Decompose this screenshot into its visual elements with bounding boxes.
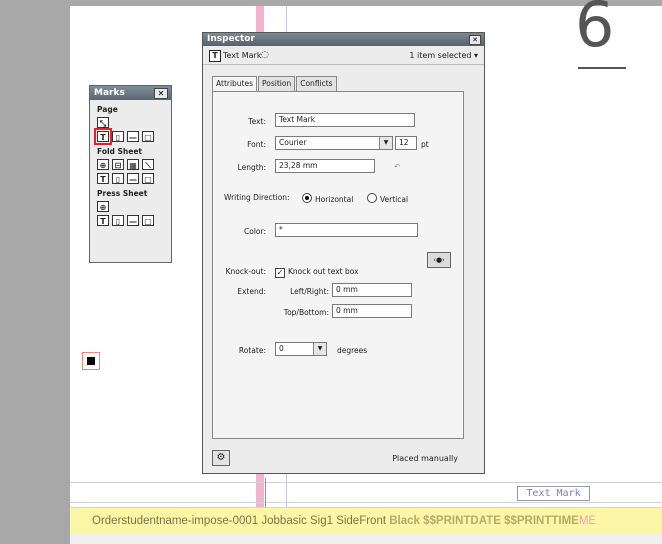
- slug-tail: ME: [578, 515, 597, 527]
- vertical-radio[interactable]: Vertical: [367, 193, 408, 204]
- color-picker-button[interactable]: ‹●›: [427, 252, 451, 268]
- color-bar-tool[interactable]: ▦: [127, 159, 139, 170]
- rotate-label: Rotate:: [238, 346, 266, 355]
- inspector-title: Inspector: [207, 34, 255, 44]
- rotate-value: 0: [279, 344, 284, 353]
- press-line-mark-tool[interactable]: —: [127, 215, 139, 226]
- reset-icon[interactable]: ↶: [394, 162, 400, 171]
- left-right-input[interactable]: 0 mm: [332, 283, 412, 297]
- spinner-icon: ◌: [261, 50, 269, 60]
- marks-section-press: Press Sheet: [97, 189, 148, 198]
- font-size-unit: pt: [421, 140, 429, 149]
- registration-mark-tool[interactable]: ⊕: [97, 159, 109, 170]
- extend-label: Extend:: [237, 287, 266, 296]
- knockout-label: Knock-out:: [225, 267, 266, 276]
- box-mark-tool[interactable]: ▢: [142, 131, 154, 142]
- marks-title-label: Marks: [94, 88, 125, 98]
- page-number: 6: [575, 0, 615, 61]
- slug-bold: Black $$PRINTDATE $$PRINTTIME: [389, 515, 579, 527]
- tab-conflicts[interactable]: Conflicts: [296, 76, 337, 92]
- left-right-label: Left/Right:: [290, 287, 329, 296]
- length-label: Length:: [237, 163, 266, 172]
- selected-item-name: Text Mark: [223, 51, 262, 60]
- knockout-check-label: Knock out text box: [288, 267, 359, 276]
- checkmark-icon: ✓: [275, 268, 285, 278]
- chevron-down-icon: ▼: [313, 343, 326, 355]
- crop-mark-tool[interactable]: ⤡: [97, 117, 109, 128]
- close-icon[interactable]: ✕: [154, 88, 168, 99]
- red-crop-guide: [265, 478, 266, 508]
- horizontal-radio[interactable]: Horizontal: [302, 193, 353, 204]
- registration-mark[interactable]: [82, 352, 100, 370]
- tab-position[interactable]: Position: [258, 76, 296, 92]
- text-mark-tool[interactable]: T: [94, 128, 112, 145]
- font-size-input[interactable]: 12: [395, 136, 417, 150]
- slug-line-bar[interactable]: Orderstudentname-impose-0001 Jobbasic Si…: [70, 507, 662, 535]
- marks-section-page: Page: [97, 105, 118, 114]
- top-bottom-label: Top/Bottom:: [283, 308, 329, 317]
- font-select[interactable]: Courier ▼: [275, 136, 393, 150]
- cut-mark-tool[interactable]: ⟍: [142, 159, 154, 170]
- knockout-checkbox[interactable]: ✓ Knock out text box: [275, 267, 359, 278]
- slug-main: Orderstudentname-impose-0001 Jobbasic Si…: [92, 515, 390, 527]
- marks-section-fold: Fold Sheet: [97, 147, 143, 156]
- pasteboard-left: [0, 0, 70, 544]
- press-registration-tool[interactable]: ⊕: [97, 201, 109, 212]
- bleed-guide: [70, 502, 662, 503]
- inspector-window: Inspector ✕ T Text Mark ◌ 1 item selecte…: [202, 32, 485, 474]
- top-bottom-input[interactable]: 0 mm: [332, 304, 412, 318]
- horizontal-label: Horizontal: [315, 195, 354, 204]
- placement-status: Placed manually: [392, 454, 458, 463]
- text-input[interactable]: Text Mark: [275, 113, 415, 127]
- font-value: Courier: [279, 138, 307, 147]
- pasteboard-bottom: [70, 534, 662, 544]
- page-guide-top: [286, 6, 287, 32]
- close-icon[interactable]: ✕: [469, 35, 481, 45]
- vertical-label: Vertical: [380, 195, 409, 204]
- radio-selected-icon: [302, 193, 312, 203]
- selection-dropdown[interactable]: 1 item selected ▾: [409, 51, 478, 60]
- gear-icon[interactable]: ⚙: [212, 450, 230, 466]
- fold-file-mark-tool[interactable]: ▯: [112, 173, 124, 184]
- inspector-header: T Text Mark ◌ 1 item selected ▾: [203, 46, 484, 65]
- line-mark-tool[interactable]: —: [127, 131, 139, 142]
- length-input[interactable]: 23,28 mm: [275, 159, 375, 173]
- radio-unselected-icon: [367, 193, 377, 203]
- press-box-mark-tool[interactable]: ▢: [142, 215, 154, 226]
- color-input[interactable]: *: [275, 223, 418, 237]
- rotate-select[interactable]: 0 ▼: [275, 342, 327, 356]
- writing-direction-label: Writing Direction:: [224, 193, 290, 202]
- marks-title[interactable]: Marks ✕: [90, 86, 171, 100]
- pink-guide-top: [256, 6, 264, 32]
- chevron-down-icon: ▼: [379, 137, 392, 149]
- trim-guide: [70, 482, 662, 483]
- fold-text-mark-tool[interactable]: T: [97, 173, 109, 184]
- fold-box-mark-tool[interactable]: ▢: [142, 173, 154, 184]
- file-mark-tool[interactable]: ▯: [112, 131, 124, 142]
- text-type-icon: T: [209, 50, 221, 62]
- fold-mark-tool[interactable]: ⊟: [112, 159, 124, 170]
- marks-palette: Marks ✕ Page ⤡ T ▯ — ▢ Fold Sheet ⊕ ⊟ ▦ …: [89, 85, 172, 263]
- page-number-rule: [578, 67, 626, 69]
- text-mark-preview[interactable]: Text Mark: [517, 486, 590, 501]
- press-file-mark-tool[interactable]: ▯: [112, 215, 124, 226]
- inspector-title-bar[interactable]: Inspector ✕: [203, 33, 484, 46]
- font-label: Font:: [247, 140, 266, 149]
- color-label: Color:: [244, 227, 266, 236]
- fold-line-mark-tool[interactable]: —: [127, 173, 139, 184]
- text-label: Text:: [248, 117, 266, 126]
- rotate-unit: degrees: [337, 346, 368, 355]
- slug-line-text: Orderstudentname-impose-0001 Jobbasic Si…: [92, 515, 596, 527]
- press-text-mark-tool[interactable]: T: [97, 215, 109, 226]
- pasteboard-top: [70, 0, 662, 6]
